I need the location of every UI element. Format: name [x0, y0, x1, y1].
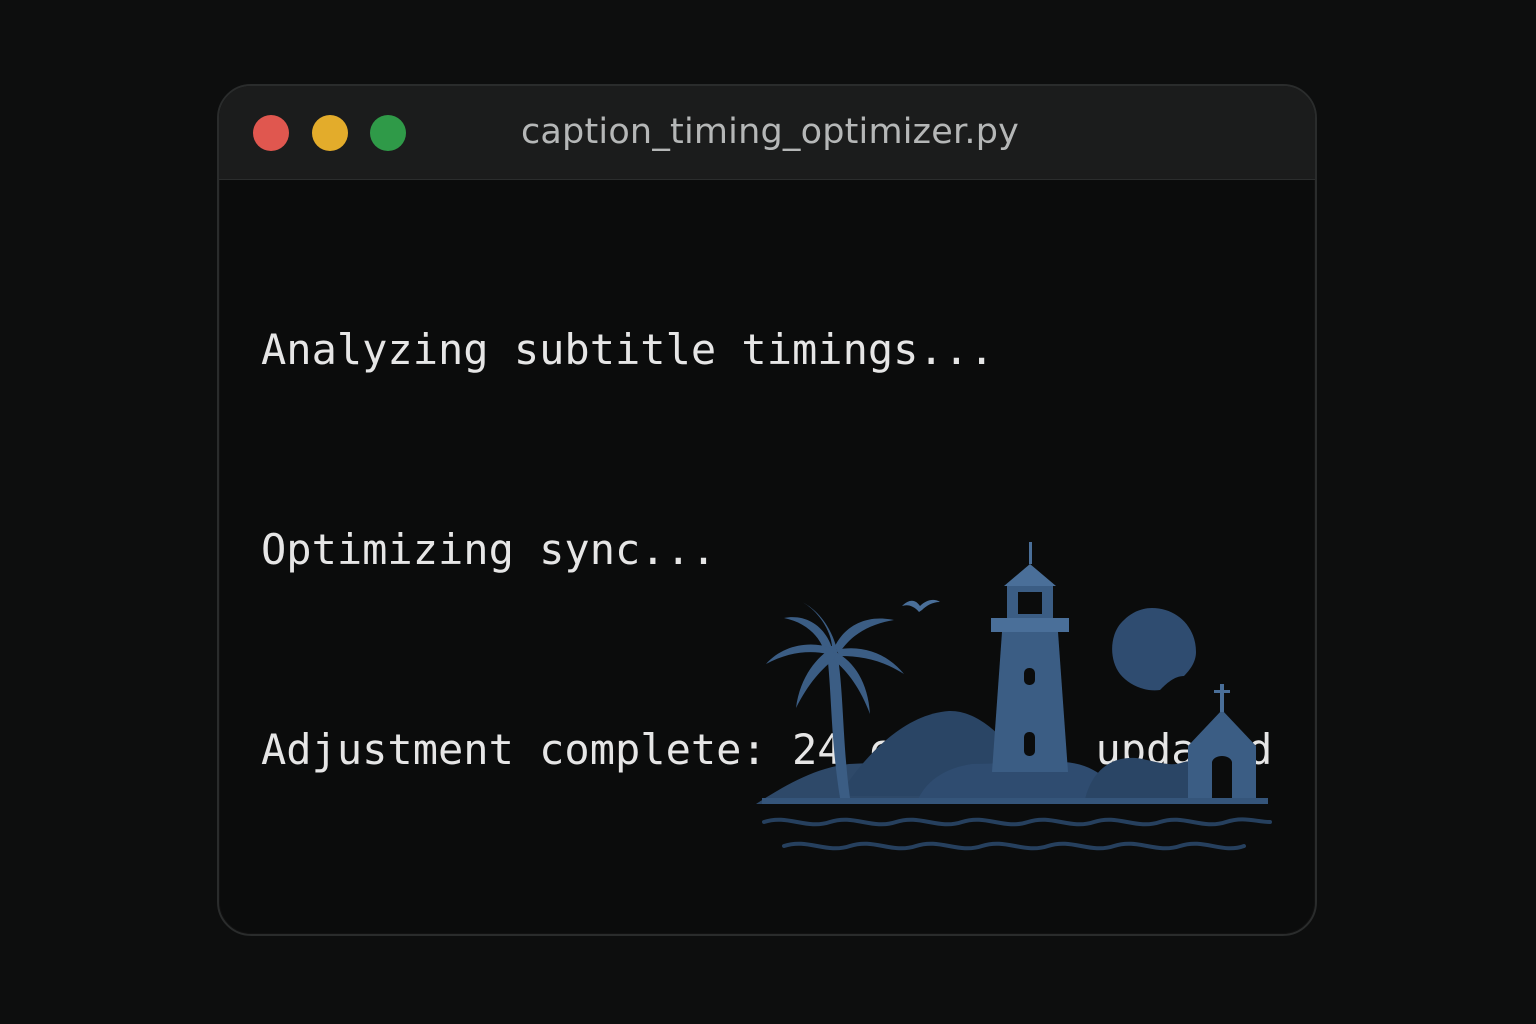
window-title: caption_timing_optimizer.py: [520, 112, 1020, 152]
hill-right-icon: [1084, 757, 1206, 804]
lighthouse-island-icon: [756, 542, 1272, 851]
moon-icon: [1112, 608, 1196, 691]
bird-icon: [902, 599, 940, 612]
title-bar: caption_timing_optimizer.py: [219, 86, 1315, 180]
output-line-analyzing: Analyzing subtitle timings...: [261, 325, 995, 374]
terminal-window: caption_timing_optimizer.py Analyzing su…: [217, 84, 1317, 936]
wave-icon: [762, 817, 1272, 827]
